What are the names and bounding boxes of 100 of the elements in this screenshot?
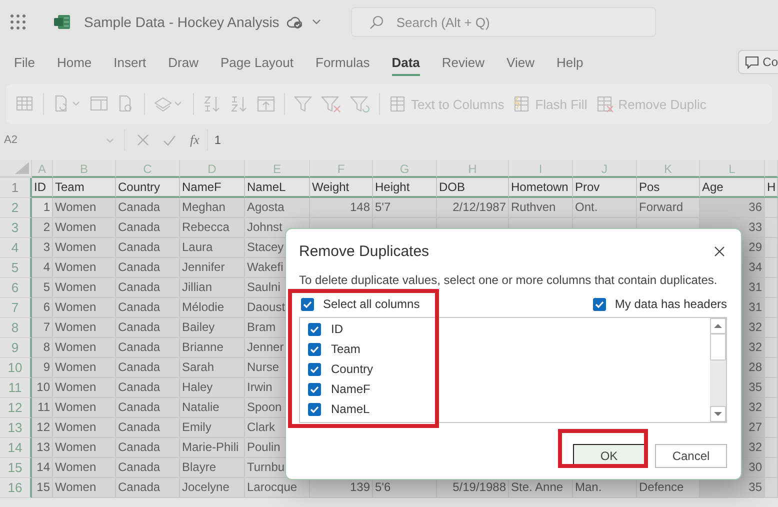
table-icon[interactable] — [16, 95, 34, 113]
checkbox[interactable] — [592, 298, 606, 310]
table-cell: Man. — [573, 478, 637, 498]
comments-button[interactable]: Co — [738, 50, 778, 74]
table-cell: Canada — [116, 458, 180, 478]
row-header[interactable]: 10 — [0, 358, 32, 378]
search-field[interactable]: Search (Alt + Q) — [351, 7, 656, 37]
checkbox-label[interactable]: Select all columns — [323, 297, 420, 311]
scrollbar[interactable] — [710, 318, 726, 422]
close-button[interactable] — [712, 244, 727, 258]
table-cell: Brianne — [180, 338, 245, 358]
select-all-corner-icon[interactable] — [15, 162, 29, 174]
row-header[interactable]: 7 — [0, 298, 32, 318]
checkbox[interactable] — [308, 382, 321, 396]
table-cell — [765, 418, 778, 438]
column-header[interactable]: K — [637, 160, 700, 178]
name-box[interactable]: A2 — [0, 129, 120, 151]
table-cell: 5'7 — [373, 198, 437, 218]
checkbox[interactable] — [308, 402, 321, 416]
checkbox-label[interactable]: ID — [331, 322, 343, 336]
table-cell: 35 — [700, 478, 765, 498]
column-header[interactable]: H — [437, 160, 509, 178]
row-header[interactable]: 9 — [0, 338, 32, 358]
refresh-document-icon[interactable] — [53, 95, 81, 113]
menu-tab[interactable]: File — [14, 48, 35, 76]
checkbox-label[interactable]: NameF — [331, 382, 370, 396]
app-launcher-icon[interactable] — [10, 14, 26, 30]
column-header[interactable] — [765, 160, 778, 178]
clear-filter-icon[interactable] — [321, 95, 341, 113]
table-cell: Ste. Anne — [509, 478, 573, 498]
check-icon[interactable] — [163, 134, 176, 146]
row-header[interactable]: 3 — [0, 218, 32, 238]
sort-ascending-icon[interactable] — [203, 95, 221, 113]
row-header[interactable]: 13 — [0, 418, 32, 438]
table-cell: Women — [53, 338, 116, 358]
row-header[interactable]: 1 — [0, 178, 32, 198]
function-label[interactable]: fx — [190, 132, 200, 148]
menu-tab[interactable]: Home — [56, 48, 92, 76]
sort-descending-icon[interactable] — [230, 95, 248, 113]
column-header[interactable]: I — [509, 160, 573, 178]
menu-tab[interactable]: Page Layout — [220, 48, 294, 76]
dialog-button[interactable]: Cancel — [655, 444, 727, 468]
table-cell: Team — [53, 178, 116, 198]
menu-tab[interactable]: Help — [556, 48, 584, 76]
table-cell: Meghan — [180, 198, 245, 218]
table-cell: 8 — [32, 338, 53, 358]
menu-tab[interactable]: Review — [442, 48, 485, 76]
table-cell — [765, 218, 778, 238]
table-cell: Canada — [116, 238, 180, 258]
chevron-down-icon[interactable] — [312, 19, 322, 25]
checkbox[interactable] — [308, 342, 321, 356]
checkbox-label[interactable]: Team — [331, 342, 360, 356]
menu-tab[interactable]: Draw — [168, 48, 198, 76]
layers-icon[interactable] — [154, 95, 184, 113]
column-header[interactable]: J — [573, 160, 637, 178]
column-header[interactable]: G — [373, 160, 437, 178]
row-header[interactable]: 8 — [0, 318, 32, 338]
row-header[interactable]: 12 — [0, 398, 32, 418]
menu-tab[interactable]: Insert — [114, 48, 146, 76]
checkbox[interactable] — [308, 322, 321, 336]
menu-tab[interactable]: Data — [392, 48, 420, 76]
table-cell: Canada — [116, 398, 180, 418]
row-header[interactable]: 16 — [0, 478, 32, 498]
row-header[interactable]: 6 — [0, 278, 32, 298]
table-cell: 36 — [700, 198, 765, 218]
table-cell: 4 — [32, 258, 53, 278]
row-header[interactable]: 14 — [0, 438, 32, 458]
cancel-icon[interactable] — [137, 134, 149, 146]
checkbox-label[interactable]: NameL — [331, 402, 370, 416]
column-header[interactable]: C — [116, 160, 180, 178]
row-header[interactable]: 11 — [0, 378, 32, 398]
menu-tab[interactable]: View — [506, 48, 534, 76]
table-cell: ID — [32, 178, 53, 198]
filter-icon[interactable] — [294, 95, 312, 113]
row-header[interactable]: 4 — [0, 238, 32, 258]
formula-field[interactable]: 1 — [212, 129, 778, 151]
search-icon — [369, 15, 384, 30]
table-cell: Agosta — [245, 198, 310, 218]
table-cell — [765, 278, 778, 298]
column-header[interactable]: B — [53, 160, 116, 178]
custom-sort-icon[interactable] — [257, 95, 275, 113]
column-header[interactable]: L — [700, 160, 765, 178]
column-header[interactable]: A — [32, 160, 53, 178]
checkbox-label[interactable]: Country — [331, 362, 374, 376]
table-cell: 148 — [310, 198, 373, 218]
row-header[interactable]: 15 — [0, 458, 32, 478]
table-cell — [765, 438, 778, 458]
table-cell: Sarah — [180, 358, 245, 378]
panel-icon[interactable] — [90, 95, 108, 113]
column-header[interactable]: D — [180, 160, 245, 178]
checkbox[interactable] — [308, 362, 321, 376]
column-header[interactable]: F — [310, 160, 373, 178]
row-header[interactable]: 5 — [0, 258, 32, 278]
row-header[interactable]: 2 — [0, 198, 32, 218]
menu-tab[interactable]: Formulas — [316, 48, 370, 76]
document-title[interactable]: Sample Data - Hockey Analysis — [84, 14, 280, 30]
reapply-filter-icon[interactable] — [350, 95, 370, 113]
column-header[interactable]: E — [245, 160, 310, 178]
checkbox[interactable] — [301, 298, 314, 310]
table-cell: 10 — [32, 378, 53, 398]
